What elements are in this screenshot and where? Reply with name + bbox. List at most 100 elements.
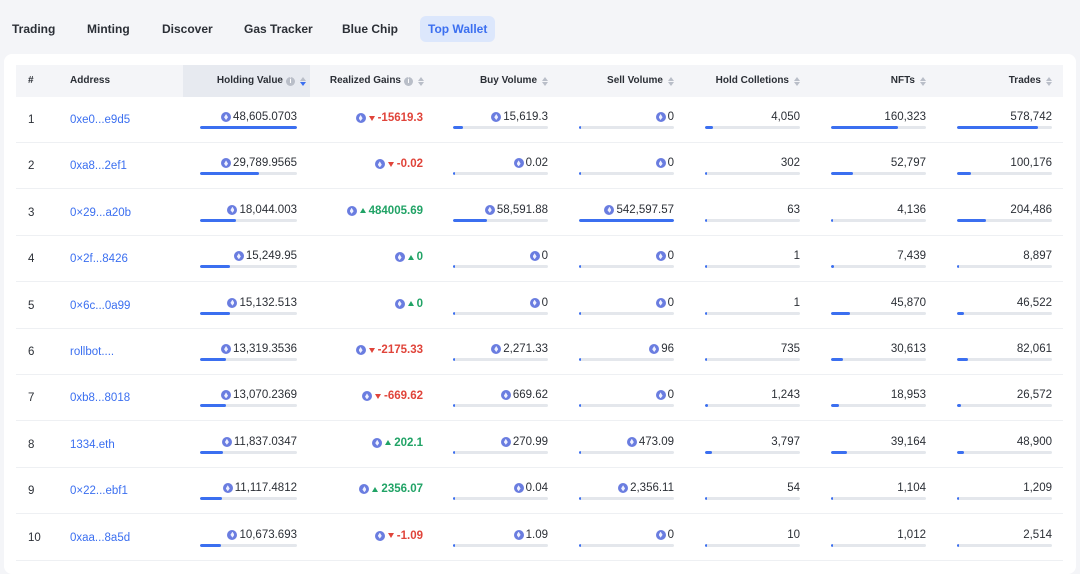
wallet-address-link[interactable]: 0xb8...8018 [70, 375, 130, 421]
header-buy-volume[interactable]: Buy Volume [424, 65, 548, 97]
table-row[interactable]: 4 0×2f...8426 15,249.95 0 0 0 1 7,439 8,897 [0, 236, 1080, 283]
trades-count-bar-fill [957, 358, 969, 361]
holding-value-text: 48,605.0703 [233, 111, 297, 123]
table-row[interactable]: 3 0×29...a20b 18,044.003 484005.69 58,591.88… [0, 190, 1080, 236]
sort-icon[interactable] [1046, 76, 1052, 86]
sell-volume-bar-fill [579, 404, 581, 408]
table-row[interactable]: 1 0xe0...e9d5 48,605.0703 -15619.3 15,619.3 0… [0, 97, 1080, 143]
table-row[interactable]: 7 0xb8...8018 13,070.2369 -669.62 669.62 0 1,2… [0, 375, 1080, 422]
eth-icon [346, 205, 357, 216]
table-row[interactable]: 6 rollbot.... 13,319.3536 -2175.33 2,271.33 9… [0, 329, 1080, 375]
header-sell-volume[interactable]: Sell Volume [548, 65, 674, 97]
sort-icon[interactable] [300, 76, 306, 86]
tab-minting[interactable]: Minting [79, 16, 138, 42]
wallet-address-link[interactable]: 0×6c...0a99 [70, 283, 130, 329]
hold-collections-text: 1 [793, 296, 800, 309]
wallet-address-link[interactable]: 0xaa...8a5d [70, 515, 130, 561]
buy-volume-bar-fill [453, 497, 455, 501]
buy-volume: 0.04 [453, 468, 548, 514]
holding-value: 48,605.0703 [200, 97, 297, 143]
wallet-address-link[interactable]: 1334.eth [70, 422, 115, 468]
holding-value-bar-track [200, 358, 297, 361]
buy-volume-text: 2,271.33 [503, 343, 548, 355]
trades-count-text: 8,897 [1023, 250, 1052, 263]
realized-gains-value: 2356.07 [359, 483, 423, 495]
sell-volume-bar-fill [579, 126, 581, 129]
buy-volume-bar-track [453, 126, 548, 129]
buy-volume-bar-track [453, 172, 548, 176]
holding-value-bar-fill [200, 311, 231, 315]
nfts-count-bar-fill [831, 404, 839, 408]
tab-gas-tracker[interactable]: Gas Tracker [236, 16, 321, 42]
holding-value-bar-track [200, 311, 297, 315]
header-holding-value[interactable]: Holding Value i [183, 65, 310, 97]
caret-down-icon [387, 161, 394, 167]
trades-count-value: 100,176 [1010, 157, 1052, 169]
table-row[interactable]: 8 1334.eth 11,837.0347 202.1 270.99 473.09 3,7… [0, 422, 1080, 468]
hold-collections-bar-track [705, 126, 800, 129]
wallet-address-link[interactable]: 0×2f...8426 [70, 236, 128, 282]
header-realized-gains[interactable]: Realized Gains i [310, 65, 424, 97]
nfts-count-bar-track [831, 450, 926, 454]
trades-count-bar-track [957, 450, 1052, 454]
eth-icon [359, 484, 370, 495]
nfts-count-value: 1,012 [897, 529, 926, 541]
eth-icon [355, 113, 366, 123]
buy-volume-bar-fill [453, 358, 455, 361]
holding-value-text: 11,837.0347 [233, 435, 297, 448]
wallet-address-link[interactable]: rollbot.... [70, 329, 114, 375]
trades-count-value: 26,572 [1017, 389, 1052, 401]
hold-collections-bar-track [705, 543, 800, 547]
info-icon[interactable]: i [286, 76, 295, 86]
holding-value-bar-fill [200, 404, 227, 408]
tab-discover[interactable]: Discover [154, 16, 221, 42]
tab-top-wallet[interactable]: Top Wallet [420, 16, 496, 42]
realized-gains-text: -2175.33 [377, 344, 423, 356]
table-row[interactable]: 5 0×6c...0a99 15,132.513 0 0 0 1 45,870 46,522 [0, 283, 1080, 329]
sell-volume-text: 96 [661, 343, 674, 355]
sell-volume-text: 0 [667, 296, 674, 309]
nfts-count-bar-fill [831, 218, 833, 222]
eth-icon [626, 436, 637, 447]
wallet-address-link[interactable]: 0×29...a20b [70, 190, 131, 236]
table-row[interactable]: 2 0xa8...2ef1 29,789.9565 -0.02 0.02 0 302 52,7… [0, 143, 1080, 190]
nfts-count-text: 30,613 [890, 343, 926, 355]
buy-volume-value: 1.09 [513, 528, 548, 541]
eth-icon [221, 112, 232, 122]
holding-value-bar-track [200, 218, 297, 222]
nfts-count-bar-track [831, 218, 926, 222]
buy-volume-value: 0 [529, 297, 548, 309]
trades-count: 204,486 [957, 190, 1052, 236]
wallet-address-link[interactable]: 0xa8...2ef1 [70, 143, 127, 189]
header-hold-collections[interactable]: Hold Colletions [674, 65, 800, 97]
buy-volume-value: 669.62 [500, 389, 548, 401]
holding-value-value: 11,117.4812 [222, 482, 297, 494]
eth-icon [394, 298, 405, 309]
trades-count-bar-fill [957, 265, 959, 269]
hold-collections: 1,243 [705, 375, 800, 421]
buy-volume-value: 2,271.33 [491, 343, 548, 355]
realized-gains-text: -15619.3 [377, 112, 423, 124]
eth-icon [374, 159, 385, 170]
buy-volume-text: 1.09 [525, 528, 548, 541]
realized-gains-value: 0 [394, 298, 423, 310]
caret-up-icon [407, 301, 414, 307]
wallet-address-link[interactable]: 0xe0...e9d5 [70, 97, 130, 143]
info-icon[interactable]: i [404, 76, 413, 86]
tab-blue-chip[interactable]: Blue Chip [334, 16, 406, 42]
nfts-count-value: 45,870 [891, 297, 926, 309]
table-row[interactable]: 9 0×22...ebf1 11,117.4812 2356.07 0.04 2,356.… [0, 468, 1080, 515]
hold-collections-value: 10 [787, 529, 800, 541]
header-nfts[interactable]: NFTs [800, 65, 926, 97]
hold-collections-bar-fill [705, 126, 713, 129]
table-row[interactable]: 10 0xaa...8a5d 10,673.693 -1.09 1.09 0 10 1,012… [0, 515, 1080, 561]
nfts-count-bar-fill [831, 311, 850, 315]
holding-value-bar-fill [200, 543, 222, 547]
wallet-address-link[interactable]: 0×22...ebf1 [70, 468, 128, 514]
tab-trading[interactable]: Trading [4, 16, 63, 42]
header-trades[interactable]: Trades [926, 65, 1052, 97]
nfts-count: 45,870 [831, 283, 926, 329]
hold-collections: 63 [705, 190, 800, 236]
realized-gains-text: -669.62 [383, 390, 423, 403]
hold-collections: 302 [705, 143, 800, 189]
